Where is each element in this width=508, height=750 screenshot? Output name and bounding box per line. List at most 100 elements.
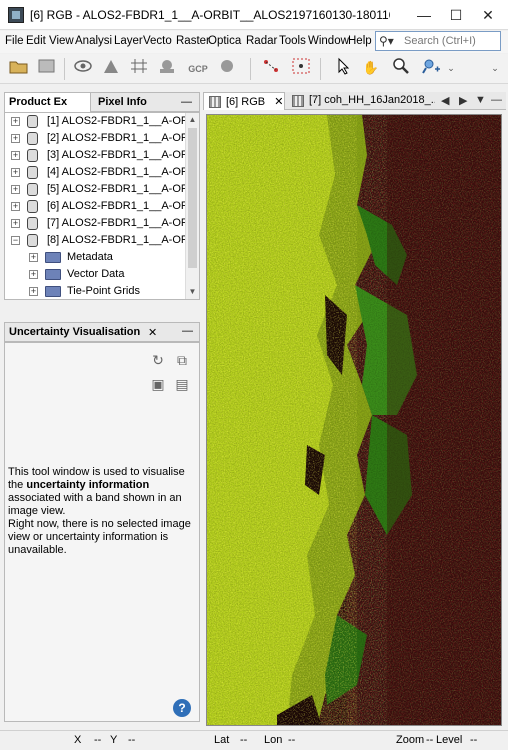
expand-icon[interactable]: +: [29, 253, 38, 262]
tab-image-coh[interactable]: [7] coh_HH_16Jan2018_...: [287, 92, 435, 110]
search-input[interactable]: ⚲▾ Search (Ctrl+I): [375, 31, 501, 51]
close-product-icon[interactable]: [36, 57, 58, 79]
panel-minimize-button[interactable]: —: [177, 93, 197, 112]
pin-icon[interactable]: [216, 57, 238, 79]
menu-window[interactable]: Window: [308, 35, 349, 47]
help-icon[interactable]: ?: [173, 699, 191, 717]
eye-icon[interactable]: [72, 57, 94, 79]
collapse-icon[interactable]: −: [11, 236, 20, 245]
scroll-down-icon[interactable]: ▼: [186, 285, 199, 299]
open-product-icon[interactable]: [8, 57, 30, 79]
tab-pixel-info[interactable]: Pixel Info: [94, 93, 168, 112]
scroll-up-icon[interactable]: ▲: [186, 113, 199, 127]
product-icon: [27, 183, 38, 196]
pan-tool-icon[interactable]: ✋: [360, 57, 382, 79]
tab-product-explorer[interactable]: Product Ex: [5, 93, 91, 112]
menu-analysis[interactable]: Analysi: [75, 35, 112, 47]
tab-scroll-left-icon[interactable]: ◀: [441, 94, 449, 107]
menu-view[interactable]: View: [49, 35, 74, 47]
tab-image-coh-label: [7] coh_HH_16Jan2018_...: [309, 94, 435, 106]
graph-icon[interactable]: [290, 57, 312, 79]
product-tree: + [1] ALOS2-FBDR1_1__A-ORB + [2] ALOS2-FBD…: [4, 112, 200, 300]
pin-tool-icon[interactable]: [420, 57, 442, 79]
export-icon[interactable]: ▤: [173, 375, 191, 393]
expand-icon[interactable]: +: [11, 134, 20, 143]
apply-icon[interactable]: ▣: [149, 375, 167, 393]
uncertainty-close-button[interactable]: ✕: [148, 326, 157, 339]
minimize-button[interactable]: —: [410, 4, 438, 26]
tab-image-rgb-label: [6] RGB: [226, 96, 266, 108]
toolbar-separator: [320, 58, 321, 80]
expand-icon[interactable]: +: [11, 202, 20, 211]
tab-list-icon[interactable]: ▼: [475, 94, 486, 106]
menu-optical[interactable]: Optica: [208, 35, 241, 47]
uncertainty-text-mid: associated with a band shown in an image…: [8, 492, 182, 517]
select-tool-icon[interactable]: [332, 57, 354, 79]
status-level-value: --: [470, 734, 478, 746]
menu-layer[interactable]: Layer: [114, 35, 143, 47]
scrollbar-thumb[interactable]: [188, 128, 197, 268]
image-view-icon: [292, 95, 304, 107]
status-y-value: --: [128, 734, 136, 746]
expand-icon[interactable]: +: [29, 270, 38, 279]
product-icon: [27, 217, 38, 230]
tab-close-icon[interactable]: ✕: [274, 96, 283, 108]
expand-icon[interactable]: +: [11, 219, 20, 228]
tree-item-label: Tie-Point Grids: [67, 285, 140, 297]
product-icon: [27, 200, 38, 213]
status-zoom-value: --: [426, 734, 434, 746]
sync-views-icon[interactable]: ⧉: [173, 351, 191, 369]
folder-icon: [45, 269, 61, 280]
uncertainty-info-text: This tool window is used to visualise th…: [8, 466, 196, 557]
image-view-icon: [209, 96, 221, 108]
product-icon: [27, 115, 38, 128]
pixel-info-icon[interactable]: [100, 57, 122, 79]
status-bar: X -- Y -- Lat -- Lon -- Zoom -- Level --: [0, 730, 508, 750]
zoom-tool-icon[interactable]: [390, 57, 412, 79]
menu-file[interactable]: File: [5, 35, 24, 47]
uncertainty-panel-body: ↻ ⧉ ▣ ▤ This tool window is used to visu…: [4, 342, 200, 722]
status-level-label: Level: [436, 734, 463, 746]
menu-tools[interactable]: Tools: [279, 35, 306, 47]
image-canvas[interactable]: [206, 114, 502, 726]
mask-icon[interactable]: [156, 57, 178, 79]
tab-scroll-right-icon[interactable]: ▶: [459, 94, 467, 107]
range-finder-icon[interactable]: [260, 57, 282, 79]
gcp-icon[interactable]: GCP: [184, 57, 212, 79]
expand-icon[interactable]: +: [11, 168, 20, 177]
uncertainty-text-bold: uncertainty information: [26, 479, 150, 491]
menu-vector[interactable]: Vecto: [143, 35, 172, 47]
expand-icon[interactable]: +: [11, 151, 20, 160]
expand-icon[interactable]: +: [11, 117, 20, 126]
refresh-icon[interactable]: ↻: [149, 351, 167, 369]
close-button[interactable]: ✕: [474, 4, 502, 26]
menu-edit[interactable]: Edit: [26, 35, 46, 47]
expand-icon[interactable]: +: [11, 185, 20, 194]
chevron-down-icon[interactable]: ⌄: [444, 57, 458, 79]
menu-radar[interactable]: Radar: [246, 35, 277, 47]
tree-item-label: Metadata: [67, 251, 113, 263]
menu-raster[interactable]: Raster: [176, 35, 210, 47]
status-lat-label: Lat: [214, 734, 230, 746]
grid-icon[interactable]: [128, 57, 150, 79]
more-icon[interactable]: ⌄: [488, 57, 502, 79]
window-title: [6] RGB - ALOS2-FBDR1_1__A-ORBIT__ALOS21…: [30, 8, 390, 22]
product-panel-tabs: Product Ex Pixel Info —: [4, 92, 200, 112]
tree-item-label: Vector Data: [67, 268, 125, 280]
status-lon-value: --: [288, 734, 296, 746]
product-icon: [27, 234, 38, 247]
tree-item-label: [1] ALOS2-FBDR1_1__A-ORB: [47, 115, 197, 127]
expand-icon[interactable]: +: [29, 287, 38, 296]
tree-item-label: [7] ALOS2-FBDR1_1__A-ORB: [47, 217, 197, 229]
toolbar-separator: [64, 58, 65, 80]
tab-image-rgb[interactable]: [6] RGB ✕: [203, 92, 285, 110]
status-x-value: --: [94, 734, 102, 746]
product-icon: [27, 166, 38, 179]
menu-help[interactable]: Help: [348, 35, 372, 47]
folder-icon: [45, 252, 61, 263]
panel-minimize-icon[interactable]: —: [491, 94, 502, 106]
tree-scrollbar[interactable]: ▲ ▼: [185, 113, 199, 299]
status-lat-value: --: [240, 734, 248, 746]
maximize-button[interactable]: ☐: [442, 4, 470, 26]
uncertainty-minimize-button[interactable]: —: [182, 325, 193, 337]
